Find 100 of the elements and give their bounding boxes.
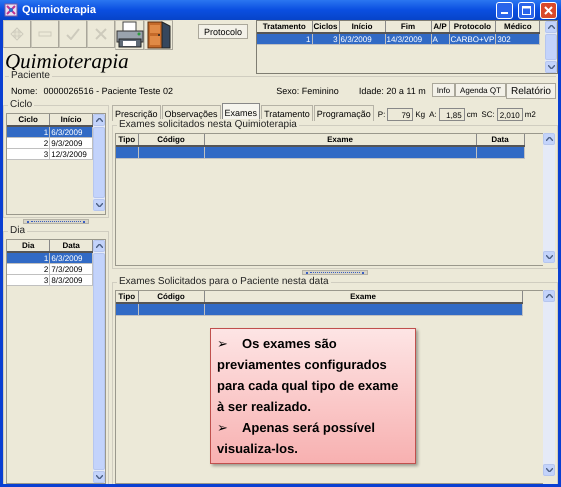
column-header[interactable]: Data — [50, 240, 92, 252]
tab[interactable]: Exames — [222, 103, 260, 121]
column-header[interactable]: Tipo — [116, 291, 138, 303]
scroll-up-button[interactable] — [93, 240, 105, 252]
column-header[interactable]: Código — [138, 291, 204, 303]
column-header[interactable]: Tratamento — [257, 21, 312, 33]
window-title: Quimioterapia — [22, 4, 97, 16]
maximize-icon — [522, 6, 531, 14]
close-icon — [544, 6, 553, 14]
column-header[interactable]: Exame — [204, 134, 476, 146]
table-row[interactable]: 3 12/3/2009 — [7, 148, 92, 160]
caret-up-icon — [96, 118, 102, 122]
close-button[interactable] — [540, 2, 557, 18]
column-header[interactable]: Início — [339, 21, 386, 33]
table-row[interactable]: 1 3 6/3/2009 14/3/2009 A CARBO+VP 302 — [257, 33, 540, 44]
unit-label: m2 — [524, 110, 536, 119]
field-label: P: — [378, 110, 386, 119]
unit-label: cm — [466, 110, 478, 119]
table-cell: 2 — [7, 264, 50, 274]
check-icon — [66, 28, 80, 40]
field-label: Nome: — [11, 86, 38, 96]
arrows-icon — [10, 27, 24, 41]
printer-icon — [114, 21, 144, 49]
column-header[interactable]: Início — [50, 114, 92, 126]
scroll-thumb[interactable] — [545, 34, 557, 60]
table-cell: 1 — [7, 126, 50, 138]
table-row[interactable] — [116, 303, 522, 316]
action-button[interactable]: Info — [432, 83, 456, 97]
tab[interactable]: Tratamento — [261, 105, 313, 121]
unit-label: Kg — [415, 110, 426, 119]
cross-icon — [95, 28, 107, 40]
caret-up-icon — [546, 294, 552, 298]
caret-down-icon — [96, 203, 102, 207]
protocol-button[interactable]: Protocolo — [198, 24, 248, 39]
patient-sex: Sexo: Feminino — [276, 86, 339, 96]
table-cell: 1 — [257, 33, 312, 44]
scrollbar[interactable] — [543, 133, 555, 263]
minimize-button[interactable] — [496, 2, 513, 18]
measure-field[interactable]: 2,010 — [496, 108, 523, 121]
table-row[interactable]: 3 8/3/2009 — [7, 274, 92, 286]
scrollbar[interactable] — [543, 290, 555, 476]
caret-down-icon — [546, 255, 552, 259]
column-header[interactable]: Fim — [385, 21, 432, 33]
scroll-down-button[interactable] — [543, 251, 555, 263]
caret-down-icon — [96, 475, 102, 479]
column-header[interactable]: Dia — [7, 240, 50, 252]
scroll-down-button[interactable] — [93, 471, 105, 483]
column-header[interactable]: Data — [476, 134, 524, 146]
caret-up-icon — [546, 137, 552, 141]
splitter-handle[interactable] — [302, 270, 368, 275]
column-header[interactable]: Ciclos — [312, 21, 340, 33]
column-header[interactable]: Protocolo — [449, 21, 496, 33]
action-button[interactable]: Relatório — [506, 83, 556, 99]
table-cell: 3 — [7, 148, 50, 160]
note-text: ➢ Apenas será possível visualiza-los. — [217, 419, 376, 458]
column-header[interactable]: Código — [138, 134, 204, 146]
tab[interactable]: Programação — [314, 105, 374, 121]
column-header[interactable]: Médico — [496, 21, 540, 33]
caret-down-icon — [546, 468, 552, 472]
scroll-down-button[interactable] — [543, 464, 555, 476]
table-cell: 1 — [7, 252, 50, 264]
scroll-down-button[interactable] — [93, 199, 105, 211]
toolbar-button[interactable] — [115, 20, 144, 50]
patient-age: Idade: 20 a 11 m — [358, 86, 426, 96]
note-text: ➢ Os exames são previamentes configurados para cada qual tipo de exame à ser realizado. — [217, 335, 400, 416]
table-row[interactable] — [116, 146, 524, 158]
column-header[interactable]: A/P — [431, 21, 450, 33]
table-row[interactable]: 1 6/3/2009 — [7, 126, 92, 138]
maximize-button[interactable] — [518, 2, 535, 18]
action-button[interactable]: Agenda QT — [455, 83, 506, 97]
minus-icon — [38, 31, 52, 37]
door-icon — [146, 21, 172, 49]
column-header[interactable]: Tipo — [116, 134, 138, 146]
caret-up-icon — [96, 244, 102, 248]
minimize-icon — [501, 12, 508, 14]
page-heading: Quimioterapia — [4, 50, 129, 72]
caret-down-icon — [548, 65, 554, 69]
scroll-up-button[interactable] — [545, 21, 557, 33]
group-title: Exames solicitados nesta Quimioterapia — [117, 119, 299, 131]
measure-field[interactable]: 79 — [387, 108, 414, 121]
scroll-up-button[interactable] — [93, 114, 105, 126]
field-label: SC: — [481, 110, 495, 119]
column-header[interactable]: Ciclo — [7, 114, 50, 126]
table-cell: 3 — [7, 274, 50, 286]
scroll-thumb[interactable] — [93, 127, 105, 198]
column-header[interactable]: Exame — [204, 291, 522, 303]
measure-field[interactable]: 1,85 — [438, 108, 465, 121]
splitter-handle[interactable] — [23, 219, 89, 224]
app-icon — [4, 3, 18, 17]
scroll-up-button[interactable] — [543, 290, 555, 302]
table-row[interactable]: 1 6/3/2009 — [7, 252, 92, 264]
patient-name: 0000026516 - Paciente Teste 02 — [44, 86, 173, 96]
scrollbar[interactable] — [545, 21, 557, 73]
scroll-down-button[interactable] — [545, 61, 557, 73]
caret-up-icon — [548, 25, 554, 29]
toolbar-button[interactable] — [144, 20, 173, 50]
scroll-up-button[interactable] — [543, 133, 555, 145]
scrollbar[interactable] — [93, 114, 105, 211]
table-row[interactable]: 2 7/3/2009 — [7, 264, 92, 274]
table-row[interactable]: 2 9/3/2009 — [7, 138, 92, 148]
